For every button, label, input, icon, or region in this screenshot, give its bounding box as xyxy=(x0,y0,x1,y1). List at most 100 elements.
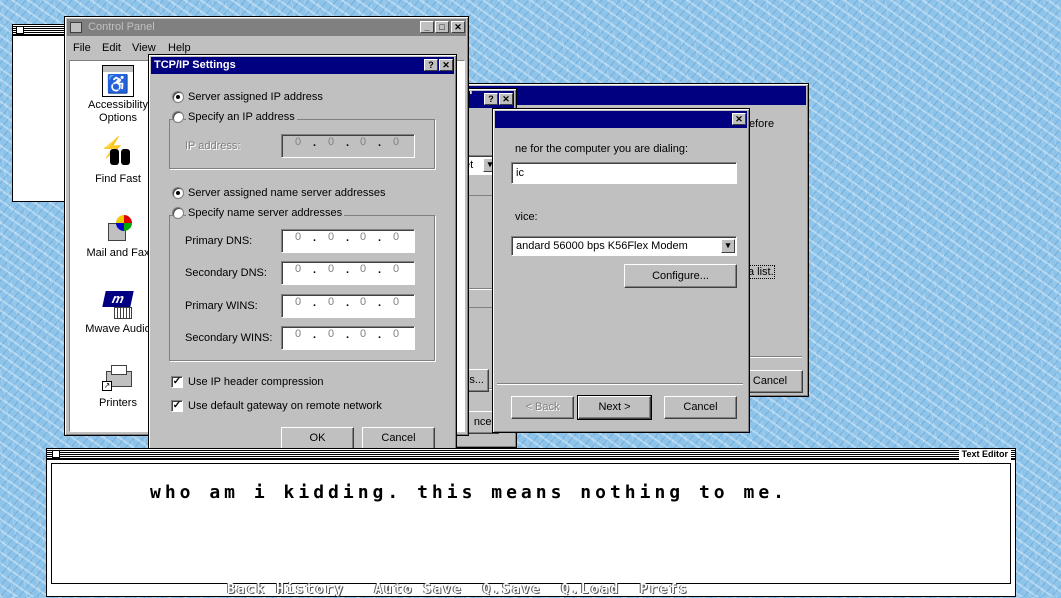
octet: 0 xyxy=(359,231,367,243)
mail-and-fax-item[interactable]: Mail and Fax xyxy=(78,213,158,260)
text-editor-menu[interactable]: Back History Auto Save Q.Save Q.Load Pre… xyxy=(227,582,887,598)
ip-dot: . xyxy=(313,297,317,309)
octet: 0 xyxy=(294,263,302,275)
printers-label: Printers xyxy=(99,397,137,409)
mac-close-box[interactable] xyxy=(16,26,24,34)
secondary-dns-input[interactable]: 0. 0. 0. 0 xyxy=(281,261,415,285)
ip-dot: . xyxy=(313,329,317,341)
separator xyxy=(497,383,743,385)
primary-dns-label: Primary DNS: xyxy=(185,235,253,247)
octet: 0 xyxy=(359,328,367,340)
device-select-value: andard 56000 bps K56Flex Modem xyxy=(516,240,688,252)
server-ns-radio[interactable] xyxy=(172,187,184,199)
mwave-audio-item[interactable]: m Mwave Audio xyxy=(78,289,158,336)
cancel-button[interactable]: Cancel xyxy=(362,427,435,450)
configure-button[interactable]: Configure... xyxy=(624,264,737,288)
specify-ip-label[interactable]: Specify an IP address xyxy=(186,111,297,123)
menu-help[interactable]: Help xyxy=(168,42,191,54)
back-dialog-link[interactable]: a list. xyxy=(747,265,775,279)
text-editor-titlebar[interactable] xyxy=(47,449,1015,460)
primary-wins-label: Primary WINS: xyxy=(185,300,258,312)
wheelchair-icon: ♿ xyxy=(102,65,134,97)
mwave-icon: m xyxy=(102,289,134,321)
server-ip-label[interactable]: Server assigned IP address xyxy=(188,91,323,103)
close-icon[interactable]: ✕ xyxy=(451,21,465,33)
mail-fax-icon xyxy=(102,213,134,245)
text-editor-window: Text Editor who am i kidding. this means… xyxy=(46,448,1016,597)
octet: 0 xyxy=(359,263,367,275)
server-ns-label[interactable]: Server assigned name server addresses xyxy=(188,187,385,199)
ip-dot: . xyxy=(346,264,350,276)
specify-ns-radio[interactable] xyxy=(172,207,184,219)
close-icon[interactable]: ✕ xyxy=(439,59,453,71)
minimize-button[interactable]: _ xyxy=(420,21,434,33)
maximize-button[interactable]: □ xyxy=(435,21,449,33)
ip-octet-4: 0 xyxy=(392,136,400,148)
next-button[interactable]: Next > xyxy=(577,395,652,420)
tcpip-title: TCP/IP Settings xyxy=(154,59,236,71)
find-fast-item[interactable]: ⚡ Find Fast xyxy=(78,137,158,186)
text-editor-content[interactable]: who am i kidding. this means nothing to … xyxy=(51,463,1011,584)
menu-edit[interactable]: Edit xyxy=(102,42,121,54)
ip-dot: . xyxy=(313,137,317,149)
wizard-cancel-button[interactable]: Cancel xyxy=(664,396,737,419)
close-icon[interactable]: ✕ xyxy=(732,113,746,125)
control-panel-title: Control Panel xyxy=(88,21,155,33)
help-button[interactable]: ? xyxy=(484,93,498,105)
device-select[interactable]: andard 56000 bps K56Flex Modem ▾ xyxy=(511,236,737,256)
octet: 0 xyxy=(392,263,400,275)
default-gateway-label[interactable]: Use default gateway on remote network xyxy=(188,400,382,412)
ip-address-input[interactable]: 0 . 0 . 0 . 0 xyxy=(281,134,415,158)
ip-octet-3: 0 xyxy=(359,136,367,148)
ip-dot: . xyxy=(378,137,382,149)
binoculars-icon: ⚡ xyxy=(100,137,134,171)
help-button[interactable]: ? xyxy=(424,59,438,71)
secondary-wins-input[interactable]: 0. 0. 0. 0 xyxy=(281,326,415,350)
octet: 0 xyxy=(294,296,302,308)
ok-button[interactable]: OK xyxy=(281,427,354,450)
ip-address-label: IP address: xyxy=(185,140,241,152)
menu-view[interactable]: View xyxy=(132,42,156,54)
back-dialog-text: efore xyxy=(749,118,775,130)
mac-window-small xyxy=(12,24,72,202)
back-button[interactable]: < Back xyxy=(511,396,574,419)
specify-ns-label[interactable]: Specify name server addresses xyxy=(186,207,345,219)
ip-header-compression-checkbox[interactable]: ✓ xyxy=(171,376,183,388)
close-icon[interactable]: ✕ xyxy=(499,93,513,105)
accessibility-options-item[interactable]: ♿ Accessibility Options xyxy=(78,65,158,125)
octet: 0 xyxy=(327,263,335,275)
chevron-down-icon[interactable]: ▾ xyxy=(721,239,735,253)
control-panel-titlebar[interactable]: Control Panel _ □ ✕ xyxy=(67,19,466,36)
octet: 0 xyxy=(327,231,335,243)
secondary-dns-label: Secondary DNS: xyxy=(185,267,267,279)
text-editor-text: who am i kidding. this means nothing to … xyxy=(150,482,788,503)
ip-dot: . xyxy=(313,232,317,244)
text-editor-close-box[interactable] xyxy=(52,450,60,458)
printers-item[interactable]: ↗ Printers xyxy=(78,363,158,410)
ip-dot: . xyxy=(346,232,350,244)
ip-dot: . xyxy=(346,329,350,341)
default-gateway-checkbox[interactable]: ✓ xyxy=(171,400,183,412)
octet: 0 xyxy=(359,296,367,308)
tcpip-settings-dialog: TCP/IP Settings ? ✕ Server assigned IP a… xyxy=(148,54,457,450)
octet: 0 xyxy=(392,231,400,243)
mwave-audio-label: Mwave Audio xyxy=(85,323,151,335)
tcpip-titlebar[interactable]: TCP/IP Settings ? ✕ xyxy=(151,57,454,74)
computer-name-value: ic xyxy=(516,167,524,179)
dial-wizard-titlebar[interactable]: ✕ xyxy=(495,111,747,128)
computer-name-input[interactable]: ic xyxy=(511,162,737,184)
separator xyxy=(749,356,802,358)
primary-dns-input[interactable]: 0. 0. 0. 0 xyxy=(281,229,415,253)
specify-ip-radio[interactable] xyxy=(172,111,184,123)
ip-dot: . xyxy=(378,232,382,244)
computer-name-prompt: ne for the computer you are dialing: xyxy=(515,143,689,155)
ip-octet-2: 0 xyxy=(327,136,335,148)
menu-file[interactable]: File xyxy=(73,42,91,54)
ip-header-compression-label[interactable]: Use IP header compression xyxy=(188,376,324,388)
octet: 0 xyxy=(327,328,335,340)
primary-wins-input[interactable]: 0. 0. 0. 0 xyxy=(281,294,415,318)
octet: 0 xyxy=(327,296,335,308)
server-ip-radio[interactable] xyxy=(172,91,184,103)
octet: 0 xyxy=(294,328,302,340)
dial-wizard: ✕ ne for the computer you are dialing: i… xyxy=(492,108,750,433)
